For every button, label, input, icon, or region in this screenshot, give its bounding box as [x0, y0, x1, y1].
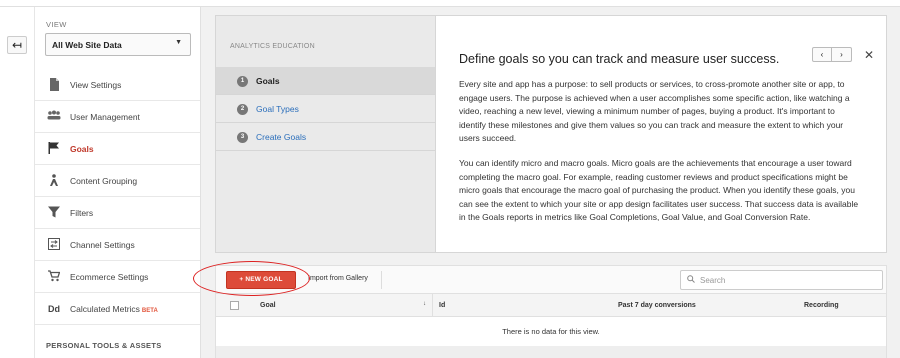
- empty-table-message: There is no data for this view.: [502, 327, 600, 336]
- beta-badge: BETA: [141, 308, 158, 314]
- column-header-goal[interactable]: Goal: [260, 302, 276, 309]
- education-paragraph-2: You can identify micro and macro goals. …: [459, 158, 859, 222]
- search-placeholder: Search: [700, 276, 726, 285]
- column-header-conversions[interactable]: Past 7 day conversions: [618, 302, 696, 309]
- highlight-ellipse: [193, 261, 310, 296]
- sidebar-item-label: Channel Settings: [70, 240, 135, 250]
- sidebar-item-ecommerce-settings[interactable]: Ecommerce Settings: [35, 261, 201, 293]
- close-icon[interactable]: ✕: [864, 48, 874, 62]
- goals-table: Goal ↓ Id Past 7 day conversions Recordi…: [215, 294, 887, 358]
- sort-arrow-icon[interactable]: ↓: [423, 301, 426, 307]
- chevron-right-icon[interactable]: ›: [832, 48, 851, 61]
- chevron-left-icon[interactable]: ‹: [813, 48, 832, 61]
- person-icon: [47, 174, 61, 188]
- admin-sidebar: VIEW All Web Site Data ▼ View Settings U…: [34, 7, 201, 358]
- admin-nav: View Settings User Management Goals Cont…: [35, 69, 201, 325]
- step-number: 2: [237, 104, 248, 115]
- education-steps: ANALYTICS EDUCATION 1 Goals 2 Goal Types…: [216, 16, 436, 252]
- column-header-id[interactable]: Id: [439, 302, 445, 309]
- view-selector-value: All Web Site Data: [52, 40, 122, 50]
- step-goal-types[interactable]: 2 Goal Types: [216, 95, 435, 123]
- pager-buttons: ‹ ›: [812, 47, 852, 62]
- table-footer: [216, 346, 886, 358]
- step-number: 3: [237, 132, 248, 143]
- step-number: 1: [237, 76, 248, 87]
- education-title: Define goals so you can track and measur…: [459, 52, 780, 66]
- sidebar-item-label: Goals: [70, 144, 94, 154]
- step-label: Goal Types: [256, 104, 299, 114]
- step-label: Create Goals: [256, 132, 307, 142]
- flag-icon: [47, 142, 61, 156]
- goals-toolbar: + NEW GOAL Import from Gallery Search: [215, 265, 887, 294]
- column-divider: [432, 294, 433, 317]
- search-input[interactable]: Search: [680, 270, 883, 290]
- dd-icon: Dd: [48, 304, 60, 314]
- caret-down-icon: ▼: [175, 39, 182, 46]
- column-header-recording[interactable]: Recording: [804, 302, 839, 309]
- channel-icon: [47, 238, 61, 252]
- select-all-checkbox[interactable]: [230, 301, 239, 310]
- sidebar-item-label: Ecommerce Settings: [70, 272, 149, 282]
- education-label: ANALYTICS EDUCATION: [230, 43, 315, 50]
- table-header: Goal ↓ Id Past 7 day conversions Recordi…: [216, 294, 886, 317]
- step-create-goals[interactable]: 3 Create Goals: [216, 123, 435, 151]
- sidebar-item-label: Filters: [70, 208, 94, 218]
- sidebar-item-filters[interactable]: Filters: [35, 197, 201, 229]
- sidebar-item-label: User Management: [70, 112, 140, 122]
- sidebar-item-goals[interactable]: Goals: [35, 133, 201, 165]
- sidebar-item-user-management[interactable]: User Management: [35, 101, 201, 133]
- sidebar-item-content-grouping[interactable]: Content Grouping: [35, 165, 201, 197]
- analytics-education-panel: ANALYTICS EDUCATION 1 Goals 2 Goal Types…: [215, 15, 887, 253]
- education-paragraph-1: Every site and app has a purpose: to sel…: [459, 79, 850, 143]
- cart-icon: [47, 270, 61, 284]
- sidebar-item-label: Calculated Metrics: [70, 304, 140, 314]
- step-goals[interactable]: 1 Goals: [216, 67, 435, 95]
- sidebar-item-channel-settings[interactable]: Channel Settings: [35, 229, 201, 261]
- education-content: Define goals so you can track and measur…: [437, 16, 886, 252]
- search-icon: [687, 275, 695, 285]
- users-icon: [47, 110, 61, 124]
- sidebar-item-calculated-metrics[interactable]: Dd Calculated Metrics BETA: [35, 293, 201, 325]
- sidebar-item-label: Content Grouping: [70, 176, 138, 186]
- filter-icon: [47, 206, 61, 220]
- sidebar-item-label: View Settings: [70, 80, 122, 90]
- sidebar-item-view-settings[interactable]: View Settings: [35, 69, 201, 101]
- step-label: Goals: [256, 76, 280, 86]
- document-icon: [47, 78, 61, 92]
- view-heading: VIEW: [46, 20, 67, 29]
- toolbar-divider: [381, 271, 382, 289]
- main-content: ANALYTICS EDUCATION 1 Goals 2 Goal Types…: [200, 7, 900, 358]
- view-selector[interactable]: All Web Site Data ▼: [45, 33, 191, 56]
- import-from-gallery-link[interactable]: Import from Gallery: [308, 275, 368, 282]
- back-arrow-button[interactable]: ↤: [7, 36, 27, 54]
- section-heading-personal-tools: PERSONAL TOOLS & ASSETS: [46, 341, 162, 350]
